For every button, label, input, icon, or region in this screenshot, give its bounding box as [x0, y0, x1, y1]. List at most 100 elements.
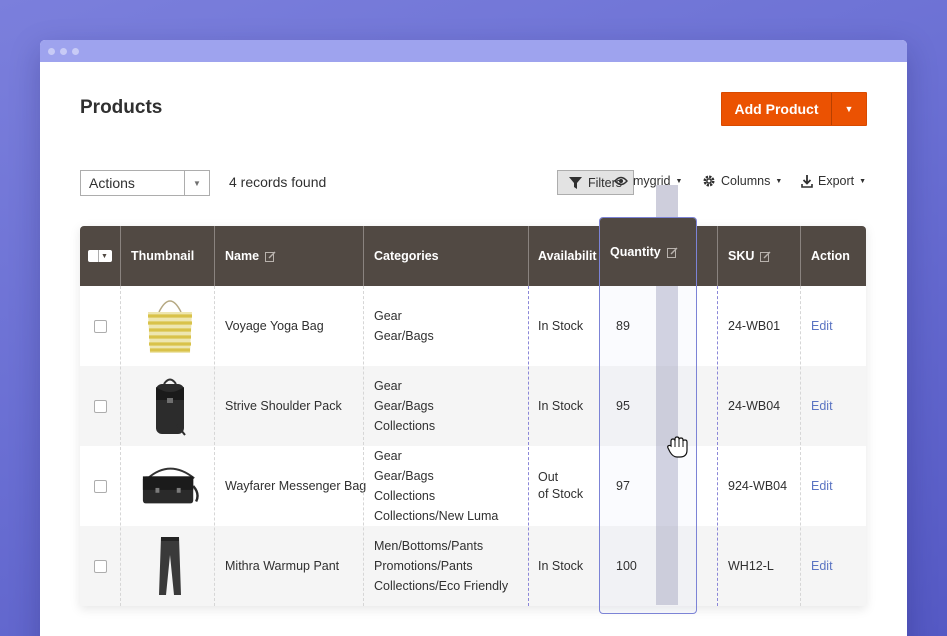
- thumbnail-cell: [130, 446, 210, 526]
- add-product-button[interactable]: Add Product ▼: [721, 92, 867, 126]
- availability-text: In Stock: [538, 319, 584, 333]
- actions-select[interactable]: Actions ▼: [80, 170, 210, 196]
- row-checkbox[interactable]: [94, 479, 107, 493]
- category-item: Gear/Bags: [374, 329, 434, 343]
- edit-link[interactable]: Edit: [811, 399, 833, 413]
- eye-icon: [614, 176, 628, 186]
- quantity-cell: 100: [616, 559, 637, 573]
- availability-text: Out: [538, 470, 559, 484]
- column-divider: [214, 286, 215, 606]
- category-item: Gear: [374, 379, 402, 393]
- col-categories-label: Categories: [374, 249, 439, 263]
- category-item: Collections: [374, 489, 436, 503]
- page-title: Products: [80, 97, 163, 118]
- column-divider: [363, 286, 364, 606]
- col-sku-label: SKU: [728, 249, 755, 263]
- thumbnail-cell: [130, 366, 210, 446]
- row-select-cell: [80, 446, 120, 526]
- thumbnail-cell: [130, 286, 210, 366]
- categories-cell: Gear Gear/Bags Collections: [364, 366, 528, 446]
- window-dot-icon: [60, 47, 67, 55]
- col-action-label: Action: [811, 249, 850, 263]
- edit-link[interactable]: Edit: [811, 559, 833, 573]
- availability-cell: In Stock: [528, 286, 598, 366]
- product-thumbnail[interactable]: [140, 294, 200, 358]
- row-checkbox[interactable]: [94, 319, 107, 333]
- product-thumbnail[interactable]: [140, 374, 200, 438]
- mass-select-header[interactable]: ▼: [80, 226, 120, 286]
- column-drop-indicator: [717, 286, 718, 606]
- caret-down-icon: ▼: [844, 104, 854, 114]
- category-item: Gear/Bags: [374, 469, 434, 483]
- col-thumbnail[interactable]: Thumbnail: [121, 226, 214, 286]
- categories-cell: Gear Gear/Bags: [364, 286, 528, 366]
- caret-down-icon: ▼: [675, 177, 683, 185]
- table-row: Strive Shoulder Pack Gear Gear/Bags Coll…: [80, 366, 866, 446]
- availability-cell: In Stock: [528, 366, 598, 446]
- table-row: Voyage Yoga Bag Gear Gear/Bags In Stock …: [80, 286, 866, 366]
- product-thumbnail[interactable]: [140, 454, 200, 518]
- messenger-bag-image: [142, 467, 199, 504]
- edit-link[interactable]: Edit: [811, 479, 833, 493]
- product-name: Strive Shoulder Pack: [225, 399, 342, 413]
- caret-down-icon: ▼: [775, 177, 783, 185]
- product-name: Wayfarer Messenger Bag: [225, 479, 367, 493]
- actions-select-value: Actions: [89, 175, 135, 191]
- export-label: Export: [818, 174, 855, 188]
- export-control[interactable]: Export ▼: [801, 174, 866, 188]
- col-availability[interactable]: Availabilit: [528, 226, 598, 286]
- category-item: Collections/New Luma: [374, 509, 499, 523]
- col-sku[interactable]: SKU: [718, 226, 801, 286]
- chevron-down-icon[interactable]: ▼: [184, 171, 209, 195]
- col-availability-label: Availabilit: [538, 249, 597, 263]
- column-drop-indicator: [528, 286, 529, 606]
- edit-cell: Edit: [801, 526, 866, 606]
- edit-icon: [666, 247, 678, 258]
- thumbnail-cell: [130, 526, 210, 606]
- product-thumbnail[interactable]: [140, 534, 200, 598]
- columns-label: Columns: [721, 174, 771, 188]
- col-quantity[interactable]: Quantity: [600, 218, 696, 286]
- mass-select-checkbox[interactable]: ▼: [88, 250, 112, 262]
- row-checkbox[interactable]: [94, 559, 107, 573]
- edit-cell: Edit: [801, 446, 866, 526]
- add-product-dropdown-toggle[interactable]: ▼: [831, 93, 866, 125]
- edit-icon: [265, 251, 276, 262]
- caret-down-icon: ▼: [859, 177, 867, 185]
- table-row: Wayfarer Messenger Bag Gear Gear/Bags Co…: [80, 446, 866, 526]
- add-product-label[interactable]: Add Product: [722, 93, 831, 125]
- window-dot-icon: [48, 47, 55, 55]
- edit-link[interactable]: Edit: [811, 319, 833, 333]
- category-item: Gear: [374, 309, 402, 323]
- row-select-cell: [80, 366, 120, 446]
- column-divider: [120, 286, 121, 606]
- browser-window: Products Add Product ▼ Actions ▼ 4 recor…: [40, 40, 907, 636]
- chevron-down-icon: ▼: [101, 252, 108, 260]
- col-name[interactable]: Name: [215, 226, 363, 286]
- col-thumbnail-label: Thumbnail: [131, 249, 195, 263]
- records-count: 4 records found: [229, 174, 327, 190]
- window-titlebar: [40, 40, 907, 62]
- columns-control[interactable]: Columns ▼: [702, 174, 782, 188]
- funnel-icon: [568, 176, 582, 189]
- availability-text: In Stock: [538, 399, 584, 413]
- sku-cell: 24-WB01: [728, 319, 781, 333]
- row-checkbox[interactable]: [94, 399, 107, 413]
- column-divider: [800, 286, 801, 606]
- product-name: Mithra Warmup Pant: [225, 559, 340, 573]
- availability-text: In Stock: [538, 559, 584, 573]
- quantity-cell: 89: [616, 319, 630, 333]
- window-dot-icon: [72, 47, 79, 55]
- pant-image: [159, 537, 181, 595]
- categories-cell: Gear Gear/Bags Collections Collections/N…: [364, 446, 528, 526]
- col-categories[interactable]: Categories: [364, 226, 528, 286]
- sku-cell: 924-WB04: [728, 479, 788, 493]
- grid-header: ▼ Thumbnail Name Categories Availabilit …: [80, 226, 866, 286]
- product-grid: ▼ Thumbnail Name Categories Availabilit …: [80, 226, 866, 606]
- availability-cell: Out of Stock: [528, 446, 598, 526]
- edit-cell: Edit: [801, 286, 866, 366]
- gear-icon: [703, 175, 715, 187]
- category-item: Collections: [374, 419, 436, 433]
- category-item: Men/Bottoms/Pants: [374, 539, 484, 553]
- sku-cell: 24-WB04: [728, 399, 781, 413]
